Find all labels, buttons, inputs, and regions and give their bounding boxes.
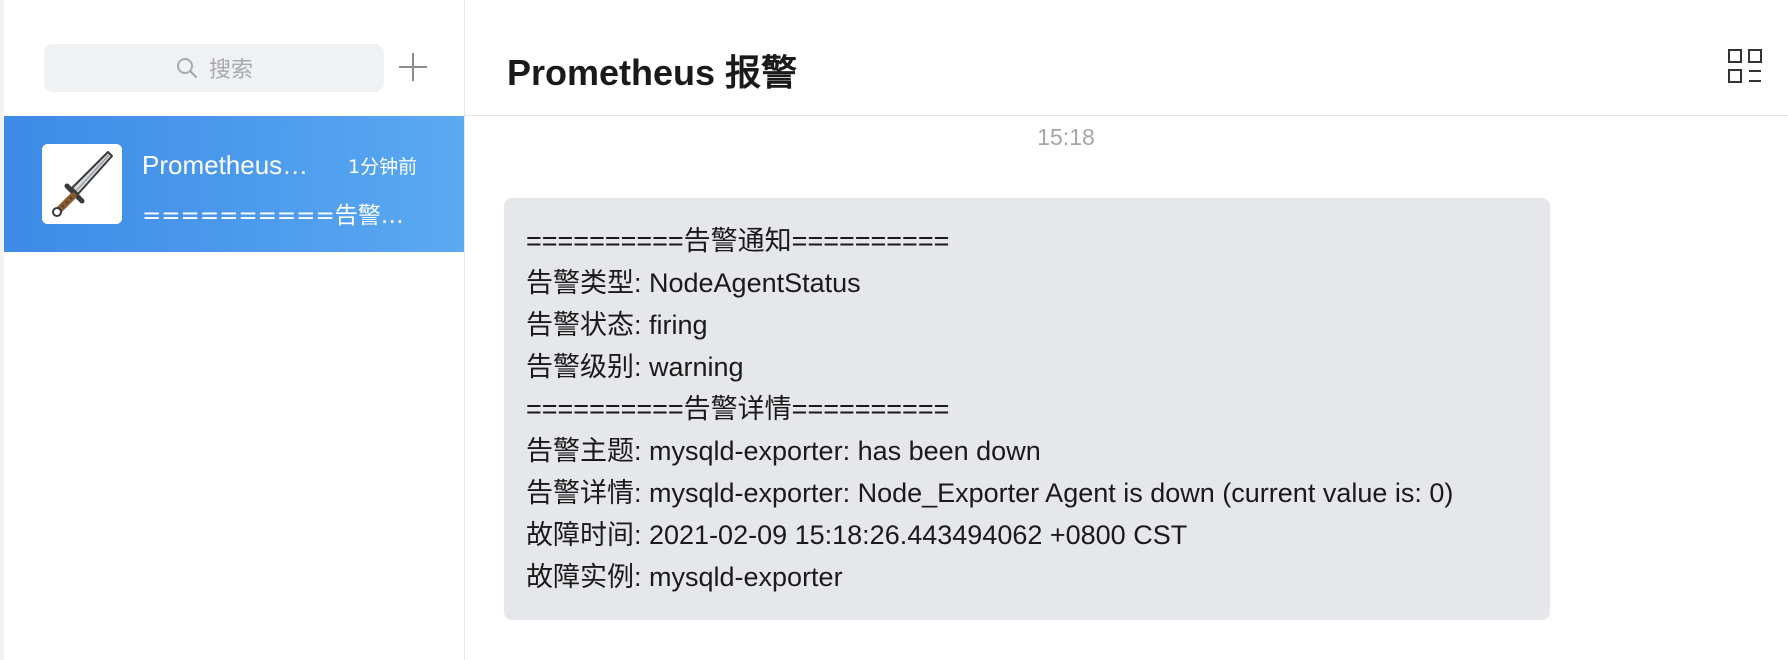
conversation-name: Prometheus… (142, 150, 309, 180)
message-line: ==========告警通知========== (526, 226, 950, 256)
grid-menu-button[interactable] (1727, 48, 1763, 84)
conversation-preview: ==========告警通知… (142, 203, 422, 229)
message-line: ==========告警详情========== (526, 394, 950, 424)
message-line: 告警详情: mysqld-exporter: Node_Exporter Age… (526, 478, 1454, 508)
message-line: 告警主题: mysqld-exporter: has been down (526, 436, 1041, 466)
plus-icon (399, 53, 427, 81)
sidebar-edge (0, 0, 4, 660)
add-button[interactable] (396, 50, 430, 84)
grid-menu-icon (1728, 49, 1762, 83)
message-line: 故障实例: mysqld-exporter (526, 562, 843, 592)
message-line: 告警级别: warning (526, 352, 744, 382)
search-placeholder: 搜索 (208, 58, 253, 83)
app-window: 搜索 Prometheus… 1分钟前 ==========告警通知… Prom… (0, 0, 1788, 660)
chat-title: Prometheus 报警 (507, 52, 798, 93)
search-icon (175, 56, 199, 80)
message-line: 告警类型: NodeAgentStatus (526, 268, 861, 298)
message-timestamp: 15:18 (1037, 124, 1095, 150)
search-input[interactable]: 搜索 (44, 44, 384, 92)
chat-header: Prometheus 报警 (465, 0, 1788, 116)
chat-panel: Prometheus 报警 15:18 ==========告警通知======… (465, 0, 1788, 660)
sword-icon (42, 144, 122, 224)
conversation-item-prometheus[interactable]: Prometheus… 1分钟前 ==========告警通知… (4, 116, 464, 252)
avatar (42, 144, 122, 224)
message-bubble: ==========告警通知========== 告警类型: NodeAgent… (504, 198, 1550, 620)
sidebar: 搜索 Prometheus… 1分钟前 ==========告警通知… (0, 0, 465, 660)
message-line: 故障时间: 2021-02-09 15:18:26.443494062 +080… (526, 520, 1188, 550)
conversation-time: 1分钟前 (348, 156, 418, 178)
message-line: 告警状态: firing (526, 310, 708, 340)
